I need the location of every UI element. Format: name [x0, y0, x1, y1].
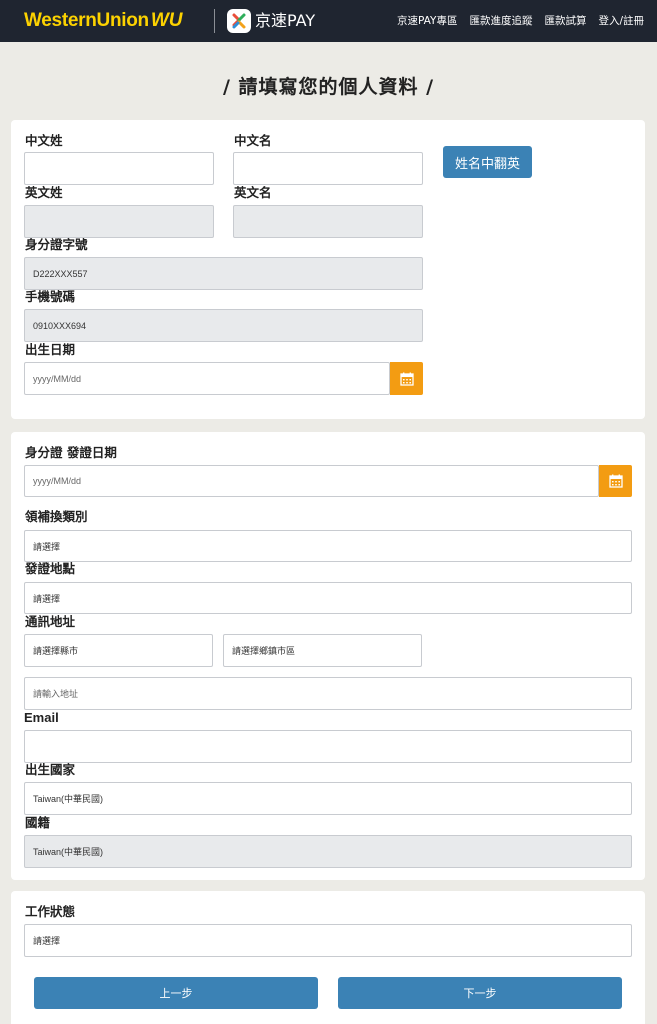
brand-mark: WU: [150, 10, 183, 31]
issue-place-value: 請選擇: [33, 593, 61, 604]
id-number-label: 身分證字號: [25, 237, 88, 252]
calendar-icon: [399, 372, 414, 386]
district-value: 請選擇鄉鎮市區: [232, 646, 296, 656]
email-label: Email: [24, 710, 59, 725]
top-navbar: WesternUnion WU 京速PAY 京速PAY專區 匯款進度追蹤 匯款試…: [0, 0, 657, 42]
chinese-surname-label: 中文姓: [25, 133, 63, 148]
brand-text: WesternUnion: [24, 10, 149, 31]
translate-name-button[interactable]: 姓名中翻英: [443, 146, 532, 178]
english-surname-label: 英文姓: [25, 185, 63, 200]
page-title: / 請填寫您的個人資料 /: [222, 76, 435, 98]
chinese-surname-input[interactable]: [24, 152, 214, 185]
prev-step-button[interactable]: 上一步: [34, 977, 318, 1009]
personal-info-card: 中文姓 中文名 姓名中翻英 英文姓 英文名 身分證字號 D222XXX557 手…: [11, 120, 645, 419]
mobile-label: 手機號碼: [25, 289, 76, 304]
city-select[interactable]: 請選擇縣市: [24, 634, 213, 667]
id-number-input[interactable]: D222XXX557: [24, 257, 423, 290]
nav-login-register[interactable]: 登入/註冊: [598, 14, 644, 28]
nationality-label: 國籍: [25, 815, 51, 830]
id-issue-calendar-button[interactable]: [599, 465, 632, 497]
nav-remit-tracking[interactable]: 匯款進度追蹤: [469, 14, 532, 28]
issue-type-select[interactable]: 請選擇: [24, 530, 632, 562]
issue-place-label: 發證地點: [25, 561, 76, 576]
partner-name: 京速PAY: [255, 11, 316, 30]
english-surname-input[interactable]: [24, 205, 214, 238]
birth-country-value: Taiwan(中華民國): [33, 794, 104, 804]
jingsu-logo-icon: [227, 9, 251, 33]
id-address-card: 身分證 發證日期 領補換類別 請選擇 發證地點 請選擇 通訊地址 請選擇縣市 請…: [11, 432, 645, 880]
birthday-calendar-button[interactable]: [390, 362, 423, 395]
western-union-logo[interactable]: WesternUnion WU: [24, 9, 183, 33]
birth-country-select[interactable]: Taiwan(中華民國): [24, 782, 632, 815]
id-number-value: D222XXX557: [33, 268, 88, 279]
birth-country-label: 出生國家: [25, 762, 76, 777]
birthday-label: 出生日期: [25, 342, 76, 357]
chinese-given-input[interactable]: [233, 152, 423, 185]
address-field[interactable]: [25, 678, 631, 709]
chinese-given-label: 中文名: [234, 133, 272, 148]
job-status-value: 請選擇: [33, 936, 61, 946]
issue-place-select[interactable]: 請選擇: [24, 582, 632, 614]
job-status-select[interactable]: 請選擇: [24, 924, 632, 957]
english-given-input[interactable]: [233, 205, 423, 238]
next-step-button[interactable]: 下一步: [338, 977, 622, 1009]
english-given-label: 英文名: [234, 185, 272, 200]
main-nav: 京速PAY專區 匯款進度追蹤 匯款試算 登入/註冊: [397, 14, 644, 28]
nationality-select[interactable]: Taiwan(中華民國): [24, 835, 632, 868]
issue-type-value: 請選擇: [33, 541, 61, 552]
mobile-value: 0910XXX694: [33, 320, 87, 331]
birthday-field[interactable]: [25, 363, 389, 394]
header-divider: [214, 9, 215, 33]
id-issue-date-input[interactable]: [24, 465, 599, 497]
district-select[interactable]: 請選擇鄉鎮市區: [223, 634, 422, 667]
nav-remit-calculator[interactable]: 匯款試算: [544, 14, 586, 28]
address-label: 通訊地址: [25, 614, 76, 629]
id-issue-date-label: 身分證 發證日期: [25, 445, 117, 460]
issue-type-label: 領補換類別: [25, 509, 88, 524]
address-input[interactable]: [24, 677, 632, 710]
city-value: 請選擇縣市: [33, 646, 79, 656]
calendar-icon: [608, 474, 623, 488]
birthday-input[interactable]: [24, 362, 390, 395]
job-status-label: 工作狀態: [25, 904, 76, 919]
email-input[interactable]: [24, 730, 632, 763]
nationality-value: Taiwan(中華民國): [33, 847, 104, 857]
nav-jingsu-zone[interactable]: 京速PAY專區: [397, 14, 457, 28]
mobile-input[interactable]: 0910XXX694: [24, 309, 423, 342]
id-issue-date-field[interactable]: [25, 466, 598, 496]
job-card: 工作狀態 請選擇 上一步 下一步: [11, 891, 645, 1024]
